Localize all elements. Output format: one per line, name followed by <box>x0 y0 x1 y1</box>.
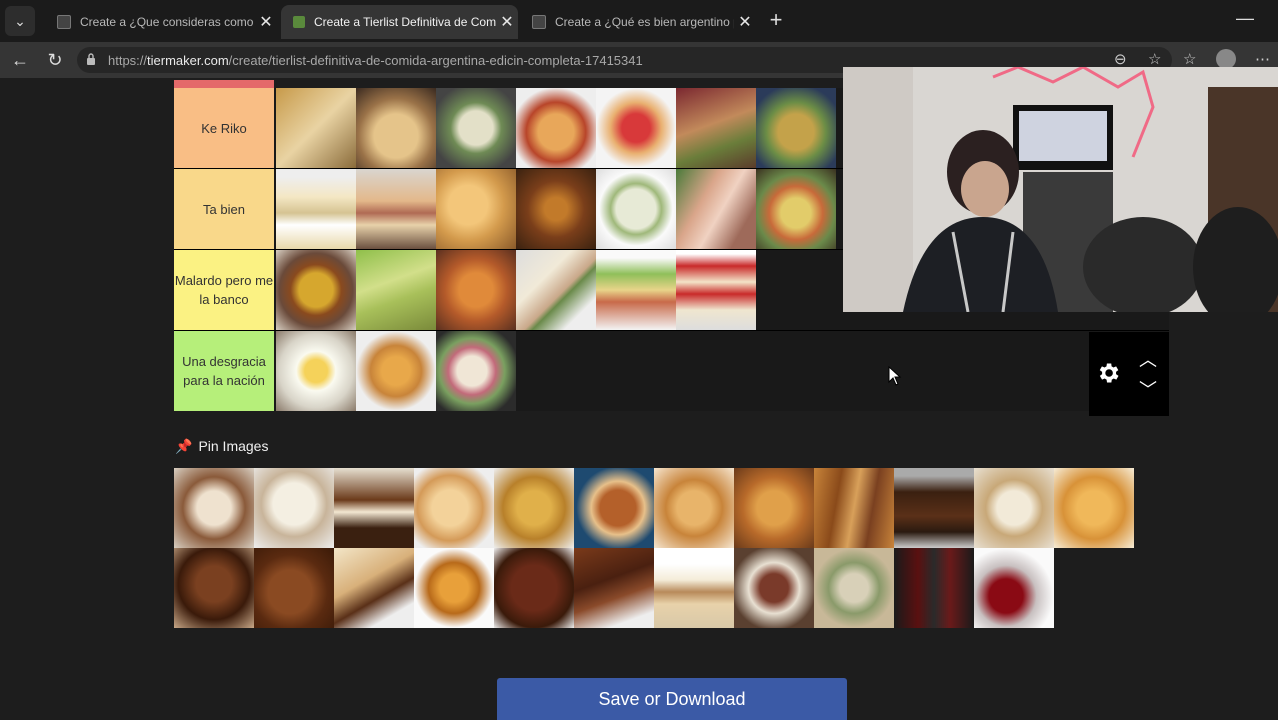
food-tile[interactable] <box>356 250 436 330</box>
reader-icon[interactable]: ⊖ <box>1114 50 1127 68</box>
favorites-bar-icon[interactable]: ☆ <box>1183 50 1196 68</box>
pin-images-label: Pin Images <box>198 438 269 454</box>
close-tab-icon[interactable]: ✕ <box>496 12 518 32</box>
more-menu-icon[interactable]: ⋯ <box>1255 50 1270 68</box>
webcam-overlay <box>843 67 1278 312</box>
webcam-image <box>843 67 1278 312</box>
tab-1-title: Create a ¿Que consideras como in <box>80 15 255 29</box>
food-tile[interactable] <box>814 468 894 548</box>
food-tile[interactable] <box>734 548 814 628</box>
food-tile[interactable] <box>276 88 356 168</box>
food-tile[interactable] <box>436 88 516 168</box>
food-tile[interactable] <box>676 250 756 330</box>
tier-label[interactable]: Una desgracia para la nación <box>174 331 274 411</box>
food-tile[interactable] <box>596 169 676 249</box>
food-tile[interactable] <box>596 88 676 168</box>
tiermaker-favicon-icon <box>532 15 546 29</box>
food-tile[interactable] <box>574 468 654 548</box>
lock-icon <box>87 53 95 65</box>
food-tile[interactable] <box>894 468 974 548</box>
food-tile[interactable] <box>516 88 596 168</box>
food-tile[interactable] <box>276 331 356 411</box>
food-tile[interactable] <box>174 548 254 628</box>
food-tile[interactable] <box>734 468 814 548</box>
food-tile[interactable] <box>254 548 334 628</box>
food-tile[interactable] <box>516 169 596 249</box>
food-tile[interactable] <box>436 250 516 330</box>
food-tile[interactable] <box>1054 468 1134 548</box>
close-tab-icon[interactable]: ✕ <box>255 12 277 32</box>
food-tile[interactable] <box>174 468 254 548</box>
food-tile[interactable] <box>414 468 494 548</box>
food-tile[interactable] <box>436 331 516 411</box>
food-tile[interactable] <box>414 548 494 628</box>
tab-actions-chevron-icon[interactable]: ⌄ <box>5 6 35 36</box>
food-tile[interactable] <box>436 169 516 249</box>
image-pool <box>174 468 1134 628</box>
food-tile[interactable] <box>334 468 414 548</box>
tiermaker-favicon-icon <box>293 16 305 28</box>
pin-images-toggle[interactable]: 📌 Pin Images <box>175 438 268 455</box>
food-tile[interactable] <box>654 548 734 628</box>
mouse-cursor-icon <box>888 366 902 386</box>
food-tile[interactable] <box>974 468 1054 548</box>
food-tile[interactable] <box>756 169 836 249</box>
new-tab-button[interactable]: + <box>763 8 789 34</box>
reload-icon[interactable]: ↻ <box>44 49 66 71</box>
tab-2-title: Create a Tierlist Definitiva de Com <box>314 15 496 29</box>
food-tile[interactable] <box>254 468 334 548</box>
food-tile[interactable] <box>494 468 574 548</box>
food-tile[interactable] <box>894 548 974 628</box>
food-tile[interactable] <box>974 548 1054 628</box>
food-tile[interactable] <box>516 250 596 330</box>
tier-label[interactable]: Ke Riko <box>174 88 274 168</box>
tab-bar: ⌄ Create a ¿Que consideras como in ✕ Cre… <box>0 0 1278 42</box>
move-down-chevron-icon[interactable]: ﹀ <box>1139 376 1157 402</box>
top-tier-strip <box>174 80 274 88</box>
tab-2[interactable]: Create a Tierlist Definitiva de Com ✕ <box>281 5 518 39</box>
food-tile[interactable] <box>334 548 414 628</box>
tier-row: Una desgracia para la nación <box>174 330 1169 411</box>
food-tile[interactable] <box>574 548 654 628</box>
food-tile[interactable] <box>276 250 356 330</box>
food-tile[interactable] <box>676 169 756 249</box>
tab-3[interactable]: Create a ¿Qué es bien argentino p ✕ <box>520 5 756 39</box>
save-or-download-button[interactable]: Save or Download <box>497 678 847 720</box>
url-text: https://tiermaker.com/create/tierlist-de… <box>108 53 643 68</box>
food-tile[interactable] <box>356 88 436 168</box>
tier-label[interactable]: Malardo pero me la banco <box>174 250 274 330</box>
move-up-chevron-icon[interactable]: ︿ <box>1139 346 1157 372</box>
close-tab-icon[interactable]: ✕ <box>734 12 756 32</box>
gear-icon[interactable] <box>1095 360 1121 386</box>
food-tile[interactable] <box>654 468 734 548</box>
food-tile[interactable] <box>276 169 356 249</box>
profile-avatar[interactable] <box>1216 49 1236 69</box>
food-tile[interactable] <box>676 88 756 168</box>
tab-1[interactable]: Create a ¿Que consideras como in ✕ <box>45 5 277 39</box>
food-tile[interactable] <box>814 548 894 628</box>
pin-icon: 📌 <box>175 438 193 454</box>
food-tile[interactable] <box>596 250 676 330</box>
tier-label[interactable]: Ta bien <box>174 169 274 249</box>
food-tile[interactable] <box>756 88 836 168</box>
food-tile[interactable] <box>356 331 436 411</box>
minimize-icon[interactable]: — <box>1236 8 1254 29</box>
tier-controls: ︿ ﹀ <box>1089 332 1169 416</box>
food-tile[interactable] <box>494 548 574 628</box>
tab-3-title: Create a ¿Qué es bien argentino p <box>555 15 734 29</box>
food-tile[interactable] <box>356 169 436 249</box>
favorite-star-icon[interactable]: ☆ <box>1148 50 1161 68</box>
tiermaker-favicon-icon <box>57 15 71 29</box>
back-arrow-icon[interactable]: ← <box>9 49 31 71</box>
